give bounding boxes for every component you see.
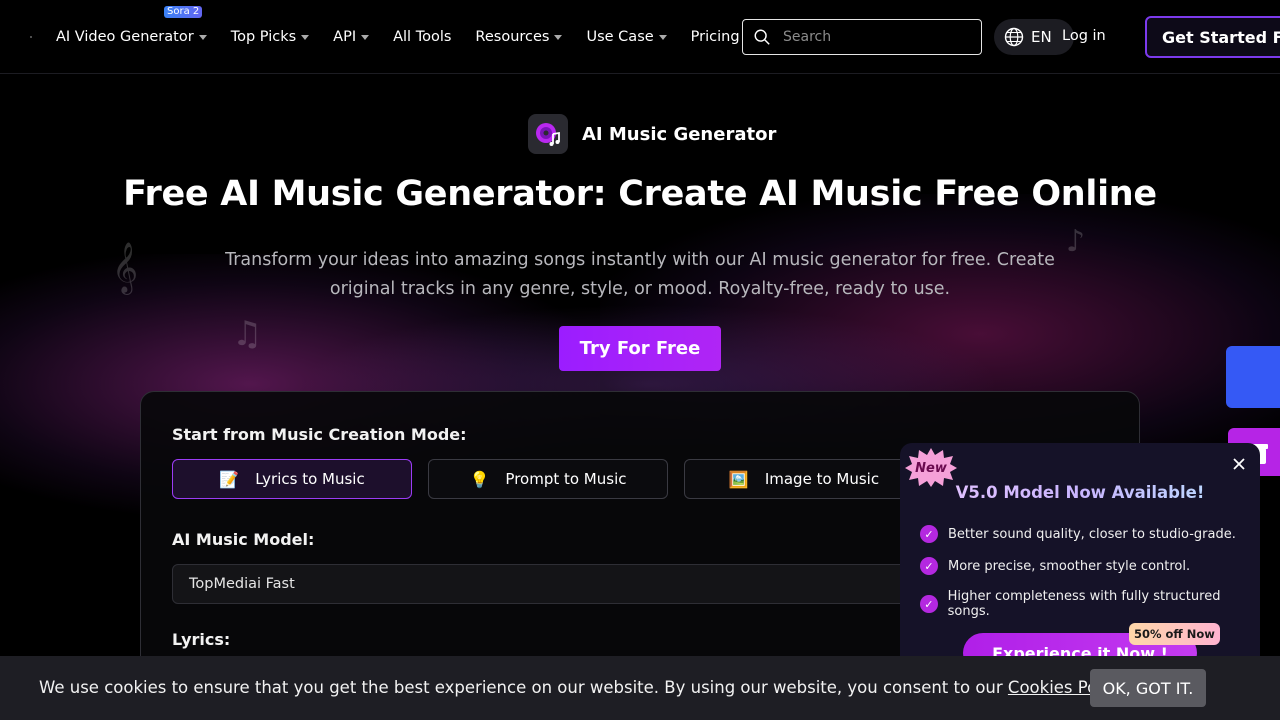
mode-lyrics-to-music[interactable]: 📝 Lyrics to Music [172,459,412,499]
feature-item: ✓ Better sound quality, closer to studio… [920,525,1236,543]
page-subtitle: Transform your ideas into amazing songs … [225,250,1055,299]
music-note-icon: ♫ [232,314,263,354]
discount-badge: 50% off Now [1129,623,1220,645]
mode-label: Prompt to Music [505,470,627,488]
new-starburst-badge: New [905,448,957,487]
search-input[interactable] [783,29,963,45]
v5-promo-popup: New V5.0 Model Now Available! ✓ Better s… [900,443,1260,683]
lyrics-label: Lyrics: [172,630,231,649]
treble-clef-icon: 𝄞 [112,242,139,293]
nav-label: Use Case [586,29,654,45]
nav-label: Top Picks [230,29,297,45]
feature-text: Better sound quality, closer to studio-g… [948,526,1236,542]
new-badge-text: New [915,461,948,476]
nav-pricing[interactable]: Pricing [691,29,740,45]
nav-use-case[interactable]: Use Case [586,29,667,45]
feature-text: More precise, smoother style control. [948,558,1191,574]
nav-label: Resources [475,29,550,45]
nav-label: Pricing [690,29,740,45]
check-icon: ✓ [920,525,938,543]
popup-title: V5.0 Model Now Available! [900,483,1260,502]
accept-cookies-button[interactable]: OK, GOT IT. [1090,669,1206,707]
nav-api[interactable]: API [333,29,370,45]
nav-label: AI Video Generator [56,29,194,45]
language-code: EN [1031,28,1052,46]
chevron-down-icon [554,34,563,40]
nav-top-picks[interactable]: Top Picks [230,29,310,45]
model-label: AI Music Model: [172,530,315,549]
lightbulb-icon: 💡 [469,469,490,489]
feature-item: ✓ More precise, smoother style control. [920,557,1190,575]
nav-label: All Tools [393,29,452,45]
creation-mode-label: Start from Music Creation Mode: [172,425,467,444]
sora-badge: Sora 2 [164,6,203,18]
top-navbar: AI Video Generator Sora 2 Top Picks API … [0,0,1280,74]
search-box[interactable] [742,19,982,55]
globe-icon [1004,27,1024,47]
close-icon[interactable] [1231,456,1247,472]
check-icon: ✓ [920,595,938,613]
chevron-down-icon [301,34,310,40]
nav-label: API [333,29,357,45]
mode-label: Lyrics to Music [255,470,365,488]
login-link[interactable]: Log in [1062,28,1106,44]
music-disc-icon [528,114,568,154]
logo[interactable] [30,36,32,38]
nav-resources[interactable]: Resources [475,29,563,45]
search-icon [754,29,770,45]
cookie-message: We use cookies to ensure that you get th… [39,678,1128,697]
chevron-down-icon [361,34,370,40]
feature-text: Higher completeness with fully structure… [947,589,1221,619]
picture-icon: 🖼️ [728,469,749,489]
mode-prompt-to-music[interactable]: 💡 Prompt to Music [428,459,668,499]
chevron-down-icon [198,34,207,40]
check-icon: ✓ [920,557,938,575]
nav-ai-video-generator[interactable]: AI Video Generator Sora 2 [56,6,207,45]
cookie-banner: We use cookies to ensure that you get th… [0,656,1280,720]
side-tab-blue[interactable] [1226,346,1280,408]
try-for-free-button[interactable]: Try For Free [559,326,721,371]
creation-mode-selector: 📝 Lyrics to Music 💡 Prompt to Music 🖼️ I… [172,459,940,499]
tool-badge: AI Music Generator [528,114,776,154]
memo-icon: 📝 [219,469,240,489]
tool-name: AI Music Generator [582,123,777,145]
mode-label: Image to Music [764,470,880,488]
get-started-button[interactable]: Get Started Free [1145,16,1280,58]
main-nav: AI Video Generator Sora 2 Top Picks API … [56,0,764,74]
model-value: TopMediai Fast [189,576,295,592]
mode-image-to-music[interactable]: 🖼️ Image to Music [684,459,924,499]
cookie-text: We use cookies to ensure that you get th… [39,678,1008,697]
chevron-down-icon [658,34,667,40]
nav-all-tools[interactable]: All Tools [393,29,451,45]
model-select[interactable]: TopMediai Fast [172,564,932,604]
page-title: Free AI Music Generator: Create AI Music… [123,174,1157,214]
feature-item: ✓ Higher completeness with fully structu… [920,589,1260,619]
